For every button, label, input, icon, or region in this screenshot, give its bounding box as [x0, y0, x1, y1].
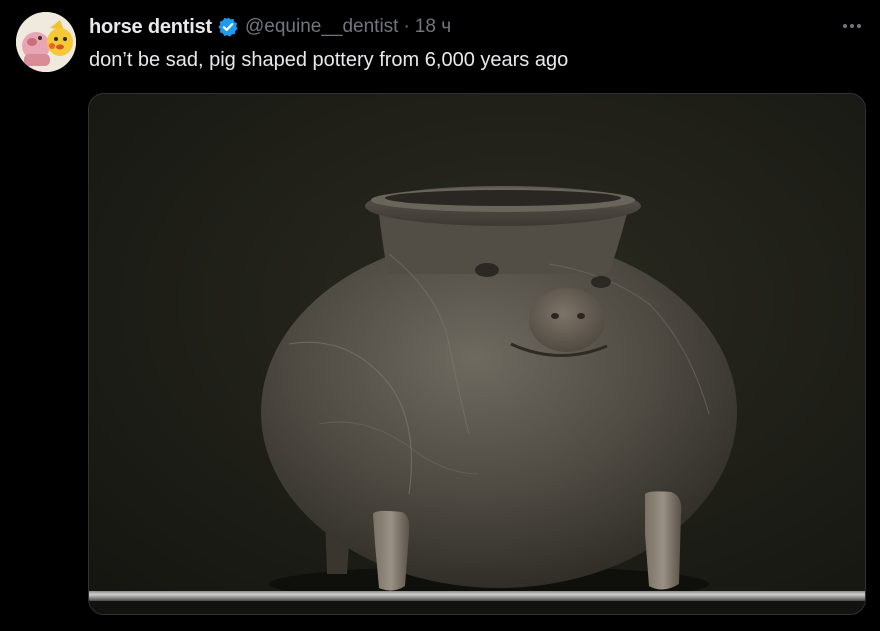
avatar-image: [16, 12, 76, 72]
tweet-text: don’t be sad, pig shaped pottery from 6,…: [89, 49, 569, 71]
display-name[interactable]: horse dentist: [89, 16, 212, 39]
user-handle[interactable]: @equine__dentist: [245, 16, 398, 38]
avatar[interactable]: [16, 12, 76, 72]
timestamp[interactable]: 18 ч: [415, 16, 451, 38]
separator-dot: ·: [403, 16, 410, 37]
tweet-media-image[interactable]: [88, 93, 866, 615]
tweet[interactable]: horse dentist @equine__dentist · 18 ч do…: [0, 0, 880, 631]
tweet-header: horse dentist @equine__dentist · 18 ч: [89, 14, 451, 40]
verified-badge-icon[interactable]: [217, 16, 239, 38]
more-options-icon[interactable]: [838, 14, 866, 38]
pig-pottery-photo: [89, 94, 865, 614]
